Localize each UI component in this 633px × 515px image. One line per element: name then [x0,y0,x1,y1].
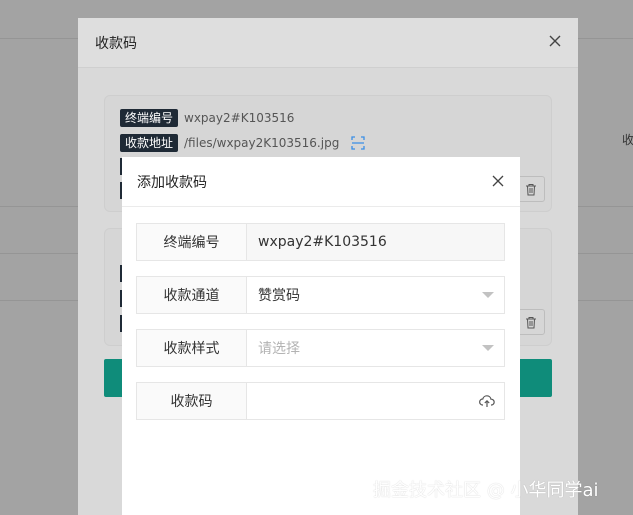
close-icon[interactable] [548,34,562,48]
field-label: 收款样式 [137,330,247,366]
chevron-down-icon [482,345,494,351]
dialog-title: 收款码 [95,35,137,52]
background-side-label: 收 [622,133,633,147]
code-upload-input[interactable] [247,383,504,419]
trash-icon [526,316,536,328]
scan-icon[interactable] [351,136,365,150]
channel-select[interactable]: 赞赏码 [247,277,504,313]
watermark: 掘金技术社区 @ 小华同学ai [373,480,599,501]
style-select[interactable]: 请选择 [247,330,504,366]
dialog-header: 添加收款码 [122,157,520,207]
chevron-down-icon [482,292,494,298]
trash-icon [526,183,536,195]
address-value: /files/wxpay2K103516.jpg [184,136,340,150]
close-icon[interactable] [492,175,504,187]
field-value: wxpay2#K103516 [258,234,387,250]
terminal-row: 终端编号 wxpay2#K103516 [120,109,294,127]
terminal-value: wxpay2#K103516 [184,111,295,125]
delete-button[interactable] [517,176,545,202]
style-field: 收款样式 请选择 [136,329,505,367]
code-field: 收款码 [136,382,505,420]
address-row: 收款地址 /files/wxpay2K103516.jpg [120,134,365,152]
field-label: 收款通道 [137,277,247,313]
field-label: 终端编号 [137,224,247,260]
dialog-title: 添加收款码 [137,174,207,191]
field-label: 收款码 [137,383,247,419]
channel-field: 收款通道 赞赏码 [136,276,505,314]
add-payment-code-dialog: 添加收款码 终端编号 wxpay2#K103516 收款通道 赞赏码 收款样式 … [122,157,520,515]
terminal-tag: 终端编号 [120,109,179,127]
field-value: 赞赏码 [258,288,300,304]
address-tag: 收款地址 [120,134,179,152]
upload-cloud-icon[interactable] [479,394,495,408]
dialog-header: 收款码 [78,18,578,68]
field-placeholder: 请选择 [258,341,300,357]
terminal-input[interactable]: wxpay2#K103516 [247,224,504,260]
terminal-field: 终端编号 wxpay2#K103516 [136,223,505,261]
delete-button[interactable] [517,309,545,335]
